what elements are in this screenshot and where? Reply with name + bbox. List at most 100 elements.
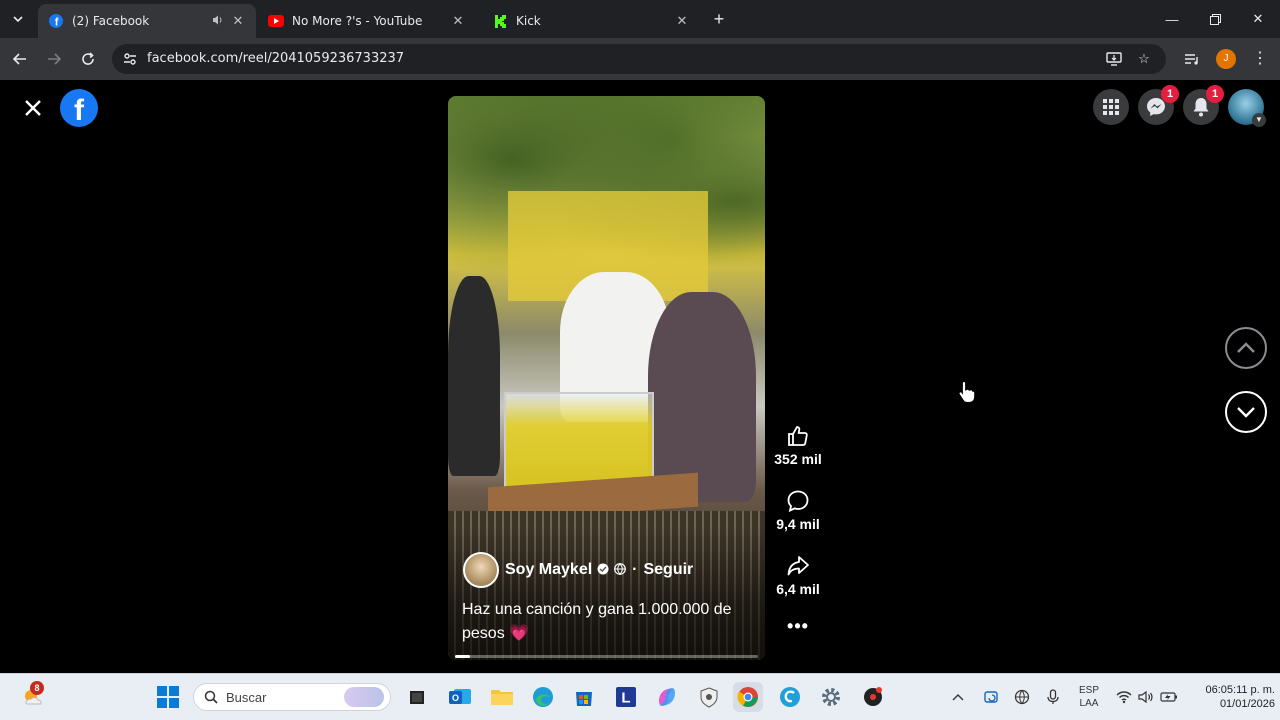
arrow-right-icon — [48, 53, 61, 65]
sync-tray-icon[interactable] — [980, 682, 1004, 712]
tray-overflow-button[interactable] — [948, 682, 968, 712]
weather-badge: 8 — [30, 681, 44, 695]
close-viewer-button[interactable] — [20, 95, 46, 121]
browser-menu-button[interactable]: ⋮ — [1250, 48, 1270, 70]
chevron-up-icon — [952, 694, 964, 701]
gear-icon — [822, 688, 840, 706]
store-app[interactable] — [569, 682, 599, 712]
reload-icon — [82, 52, 94, 65]
menu-grid-button[interactable] — [1093, 89, 1129, 125]
media-control-icon[interactable] — [1182, 49, 1202, 69]
tab-kick[interactable]: Kick ✕ — [482, 4, 700, 38]
bookmark-star-icon[interactable]: ☆ — [1134, 49, 1154, 69]
previous-reel-button[interactable] — [1225, 327, 1267, 369]
verified-badge-icon — [597, 563, 609, 578]
edge-icon — [533, 687, 553, 707]
search-icon — [204, 690, 218, 709]
install-app-icon[interactable] — [1104, 49, 1124, 69]
reload-button[interactable] — [76, 47, 100, 71]
microphone-tray-icon[interactable] — [1041, 682, 1065, 712]
tab-close-icon[interactable]: ✕ — [674, 14, 690, 29]
tab-search-button[interactable] — [6, 7, 30, 31]
search-highlight-image — [344, 687, 384, 707]
battery-tray-icon[interactable] — [1157, 682, 1181, 712]
language-code: ESP — [1078, 685, 1099, 696]
battery-icon — [1160, 692, 1177, 702]
speaker-icon[interactable] — [212, 14, 224, 29]
language-indicator[interactable]: ESP LAA — [1075, 684, 1103, 710]
outlook-app[interactable]: O — [445, 682, 475, 712]
copilot-icon — [659, 688, 675, 706]
globe-icon — [1014, 689, 1030, 705]
hand-cursor-icon — [958, 380, 976, 409]
follow-button[interactable]: Seguir — [643, 561, 693, 579]
author-avatar[interactable] — [463, 552, 499, 588]
clipchamp-app[interactable] — [775, 682, 805, 712]
windows-icon — [157, 686, 179, 708]
close-window-button[interactable]: ✕ — [1236, 0, 1280, 38]
svg-text:O: O — [452, 693, 459, 703]
recorder-app[interactable] — [858, 682, 888, 712]
back-button[interactable] — [8, 47, 32, 71]
tab-facebook[interactable]: f (2) Facebook ✕ — [38, 4, 256, 38]
wifi-icon — [1116, 691, 1132, 704]
chevron-up-icon — [1237, 342, 1255, 353]
task-view-button[interactable] — [402, 682, 432, 712]
chevron-down-icon[interactable]: ▼ — [1252, 113, 1266, 127]
author-name[interactable]: Soy Maykel — [505, 561, 592, 579]
copilot-app[interactable] — [652, 682, 682, 712]
tab-youtube[interactable]: No More ?'s - YouTube ✕ — [258, 4, 476, 38]
kick-icon — [492, 13, 508, 29]
clock-time: 06:05:11 p. m. — [1205, 684, 1275, 696]
svg-text:L: L — [621, 690, 630, 707]
microphone-icon — [1047, 689, 1059, 704]
security-app[interactable] — [694, 682, 724, 712]
follow-separator: · — [632, 561, 638, 578]
settings-app[interactable] — [816, 682, 846, 712]
chevron-down-icon — [1237, 407, 1255, 418]
youtube-icon — [268, 13, 284, 29]
share-count: 6,4 mil — [776, 581, 820, 597]
share-button[interactable]: 6,4 mil — [768, 553, 828, 597]
tab-close-icon[interactable]: ✕ — [230, 14, 246, 29]
store-icon — [576, 692, 592, 706]
reel-author: Soy Maykel · Seguir — [463, 552, 693, 588]
next-reel-button[interactable] — [1225, 391, 1267, 433]
forward-button[interactable] — [42, 47, 66, 71]
globe-icon — [614, 562, 627, 578]
comment-count: 9,4 mil — [776, 516, 820, 532]
minimize-button[interactable]: — — [1150, 0, 1194, 38]
url-text: facebook.com/reel/2041059236733237 — [147, 51, 405, 66]
start-button[interactable] — [153, 682, 183, 712]
like-button[interactable]: 352 mil — [768, 423, 828, 467]
wifi-tray-icon[interactable] — [1113, 682, 1135, 712]
video-progress-bar[interactable] — [455, 655, 758, 658]
file-explorer-app[interactable] — [487, 682, 517, 712]
edge-app[interactable] — [528, 682, 558, 712]
site-info-icon[interactable] — [120, 49, 140, 69]
system-clock[interactable]: 06:05:11 p. m. 01/01/2026 — [1185, 683, 1275, 711]
comment-button[interactable]: 9,4 mil — [768, 488, 828, 532]
browser-tab-strip: f (2) Facebook ✕ No More ?'s - YouTube ✕… — [0, 0, 1280, 38]
tab-title: (2) Facebook — [72, 14, 150, 28]
clipchamp-icon — [780, 687, 800, 707]
restore-button[interactable] — [1193, 0, 1237, 38]
chrome-app[interactable] — [733, 682, 763, 712]
video-frame-person — [448, 276, 500, 476]
taskbar-search[interactable]: Buscar — [193, 683, 391, 711]
more-options-button[interactable]: ••• — [786, 616, 810, 637]
facebook-icon: f — [48, 13, 64, 29]
network-status-tray-icon[interactable] — [1010, 682, 1034, 712]
tab-close-icon[interactable]: ✕ — [450, 14, 466, 29]
search-placeholder: Buscar — [226, 690, 267, 705]
new-tab-button[interactable]: + — [708, 8, 730, 30]
grid-icon — [1103, 99, 1119, 115]
facebook-logo[interactable]: f — [60, 89, 98, 127]
restore-icon — [1209, 13, 1221, 25]
volume-tray-icon[interactable] — [1135, 682, 1157, 712]
tab-title: No More ?'s - YouTube — [292, 14, 423, 28]
launcher-app[interactable]: L — [611, 682, 641, 712]
profile-avatar[interactable]: J — [1216, 49, 1236, 69]
svg-text:f: f — [55, 17, 59, 29]
address-bar[interactable]: facebook.com/reel/2041059236733237 ☆ — [112, 44, 1166, 74]
